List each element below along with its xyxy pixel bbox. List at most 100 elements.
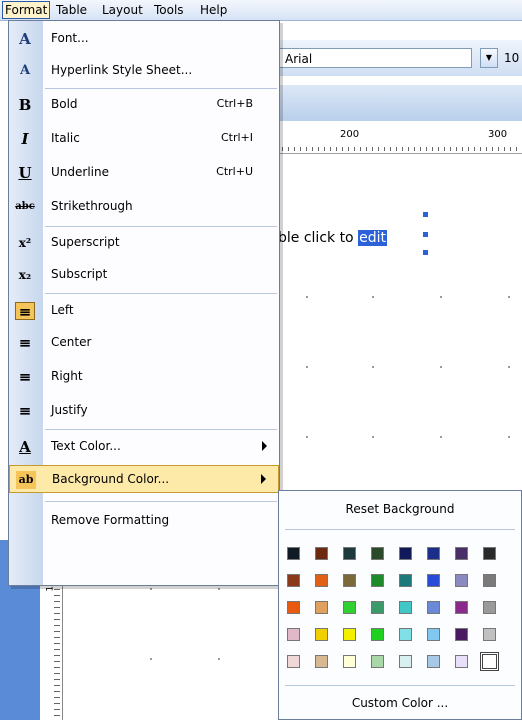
color-swatch[interactable] [483, 601, 496, 614]
color-swatch[interactable] [399, 547, 412, 560]
menu-item-label: Underline [51, 165, 109, 179]
color-swatch[interactable] [427, 601, 440, 614]
menu-item-align-justify[interactable]: ≡ Justify [9, 397, 279, 425]
menu-bar: Format Table Layout Tools Help [0, 0, 522, 21]
color-swatch[interactable] [455, 655, 468, 668]
menu-tools[interactable]: Tools [152, 2, 186, 18]
custom-color-button[interactable]: Custom Color ... [279, 691, 521, 715]
menu-item-font[interactable]: A Font... [9, 25, 279, 53]
color-swatch[interactable] [399, 601, 412, 614]
menu-item-label: Font... [51, 31, 89, 45]
font-combo-dropdown-icon[interactable]: ▼ [480, 48, 498, 68]
menu-item-remove-formatting[interactable]: Remove Formatting [9, 507, 279, 535]
font-icon: A [19, 30, 31, 48]
color-swatch[interactable] [287, 547, 300, 560]
align-center-icon: ≡ [18, 334, 32, 352]
color-swatch[interactable] [315, 601, 328, 614]
menu-item-align-left[interactable]: ≡ Left [9, 297, 279, 325]
text-color-icon: A [19, 438, 31, 456]
menu-separator [45, 226, 277, 227]
color-swatch[interactable] [483, 628, 496, 641]
menu-item-strikethrough[interactable]: abc Strikethrough [9, 193, 279, 221]
menu-item-label: Right [51, 369, 83, 383]
menu-item-bold[interactable]: B Bold Ctrl+B [9, 91, 279, 119]
color-swatch[interactable] [455, 547, 468, 560]
resize-handle-top[interactable] [423, 212, 428, 217]
menu-format[interactable]: Format [2, 1, 51, 19]
bold-icon: B [18, 96, 32, 114]
menu-item-subscript[interactable]: x₂ Subscript [9, 261, 279, 289]
menu-item-hyperlink-style-sheet[interactable]: A Hyperlink Style Sheet... [9, 57, 279, 85]
menu-table[interactable]: Table [54, 2, 89, 18]
menu-item-align-right[interactable]: ≡ Right [9, 363, 279, 391]
color-swatch[interactable] [399, 628, 412, 641]
font-size-field[interactable]: 10 [504, 48, 522, 68]
resize-handle-bottom[interactable] [423, 250, 428, 255]
submenu-separator [285, 529, 515, 530]
menu-item-text-color[interactable]: A Text Color... [9, 433, 279, 461]
secondary-toolbar [270, 85, 522, 121]
color-swatch[interactable] [287, 655, 300, 668]
color-swatch[interactable] [399, 574, 412, 587]
submenu-arrow-icon [262, 441, 267, 451]
color-swatch[interactable] [287, 628, 300, 641]
selected-text[interactable]: edit [358, 230, 387, 246]
color-swatch[interactable] [315, 628, 328, 641]
menu-separator [45, 429, 277, 430]
color-swatch[interactable] [483, 547, 496, 560]
color-swatch[interactable] [483, 574, 496, 587]
submenu-separator [285, 685, 515, 686]
resize-handle-middle[interactable] [423, 232, 428, 237]
color-swatch[interactable] [343, 574, 356, 587]
color-swatch[interactable] [371, 628, 384, 641]
color-swatch[interactable] [455, 628, 468, 641]
menu-item-label: Text Color... [51, 439, 121, 453]
underline-icon: U [18, 164, 32, 182]
color-swatch[interactable] [315, 574, 328, 587]
menu-separator [45, 293, 277, 294]
subscript-icon: x₂ [18, 268, 32, 282]
menu-layout[interactable]: Layout [100, 2, 145, 18]
menu-separator [45, 501, 277, 502]
color-swatch[interactable] [343, 601, 356, 614]
reset-background-button[interactable]: Reset Background [279, 495, 521, 523]
color-swatch[interactable] [455, 601, 468, 614]
color-swatch[interactable] [315, 547, 328, 560]
menu-help[interactable]: Help [198, 2, 229, 18]
color-swatch[interactable] [343, 655, 356, 668]
color-swatch[interactable] [399, 655, 412, 668]
menu-item-background-color[interactable]: ab Background Color... [9, 465, 279, 493]
menu-item-label: Italic [51, 131, 80, 145]
canvas-text-box[interactable]: ble click to edit [278, 230, 387, 246]
color-swatch[interactable] [480, 652, 499, 671]
color-swatch[interactable] [427, 574, 440, 587]
italic-icon: I [21, 130, 29, 148]
color-swatch[interactable] [287, 574, 300, 587]
color-swatch[interactable] [371, 547, 384, 560]
color-swatch[interactable] [455, 574, 468, 587]
color-swatch[interactable] [343, 628, 356, 641]
format-menu: A Font... A Hyperlink Style Sheet... B B… [8, 20, 280, 586]
font-name-combo[interactable]: Arial [278, 48, 472, 68]
menu-item-shortcut: Ctrl+B [216, 97, 253, 110]
color-swatch[interactable] [427, 628, 440, 641]
color-swatch[interactable] [371, 574, 384, 587]
menu-item-italic[interactable]: I Italic Ctrl+I [9, 125, 279, 153]
submenu-arrow-icon [261, 474, 266, 484]
align-right-icon: ≡ [18, 368, 32, 386]
color-swatch[interactable] [343, 547, 356, 560]
menu-item-label: Bold [51, 97, 78, 111]
color-swatch[interactable] [287, 601, 300, 614]
menu-item-label: Center [51, 335, 92, 349]
menu-item-shortcut: Ctrl+U [216, 165, 253, 178]
color-swatch[interactable] [371, 655, 384, 668]
color-swatch[interactable] [427, 655, 440, 668]
menu-item-label: Hyperlink Style Sheet... [51, 63, 193, 77]
menu-item-underline[interactable]: U Underline Ctrl+U [9, 159, 279, 187]
color-swatch[interactable] [427, 547, 440, 560]
hyperlink-style-icon: A [19, 63, 31, 78]
color-swatch[interactable] [371, 601, 384, 614]
color-swatch[interactable] [315, 655, 328, 668]
menu-item-superscript[interactable]: x² Superscript [9, 229, 279, 257]
menu-item-align-center[interactable]: ≡ Center [9, 329, 279, 357]
